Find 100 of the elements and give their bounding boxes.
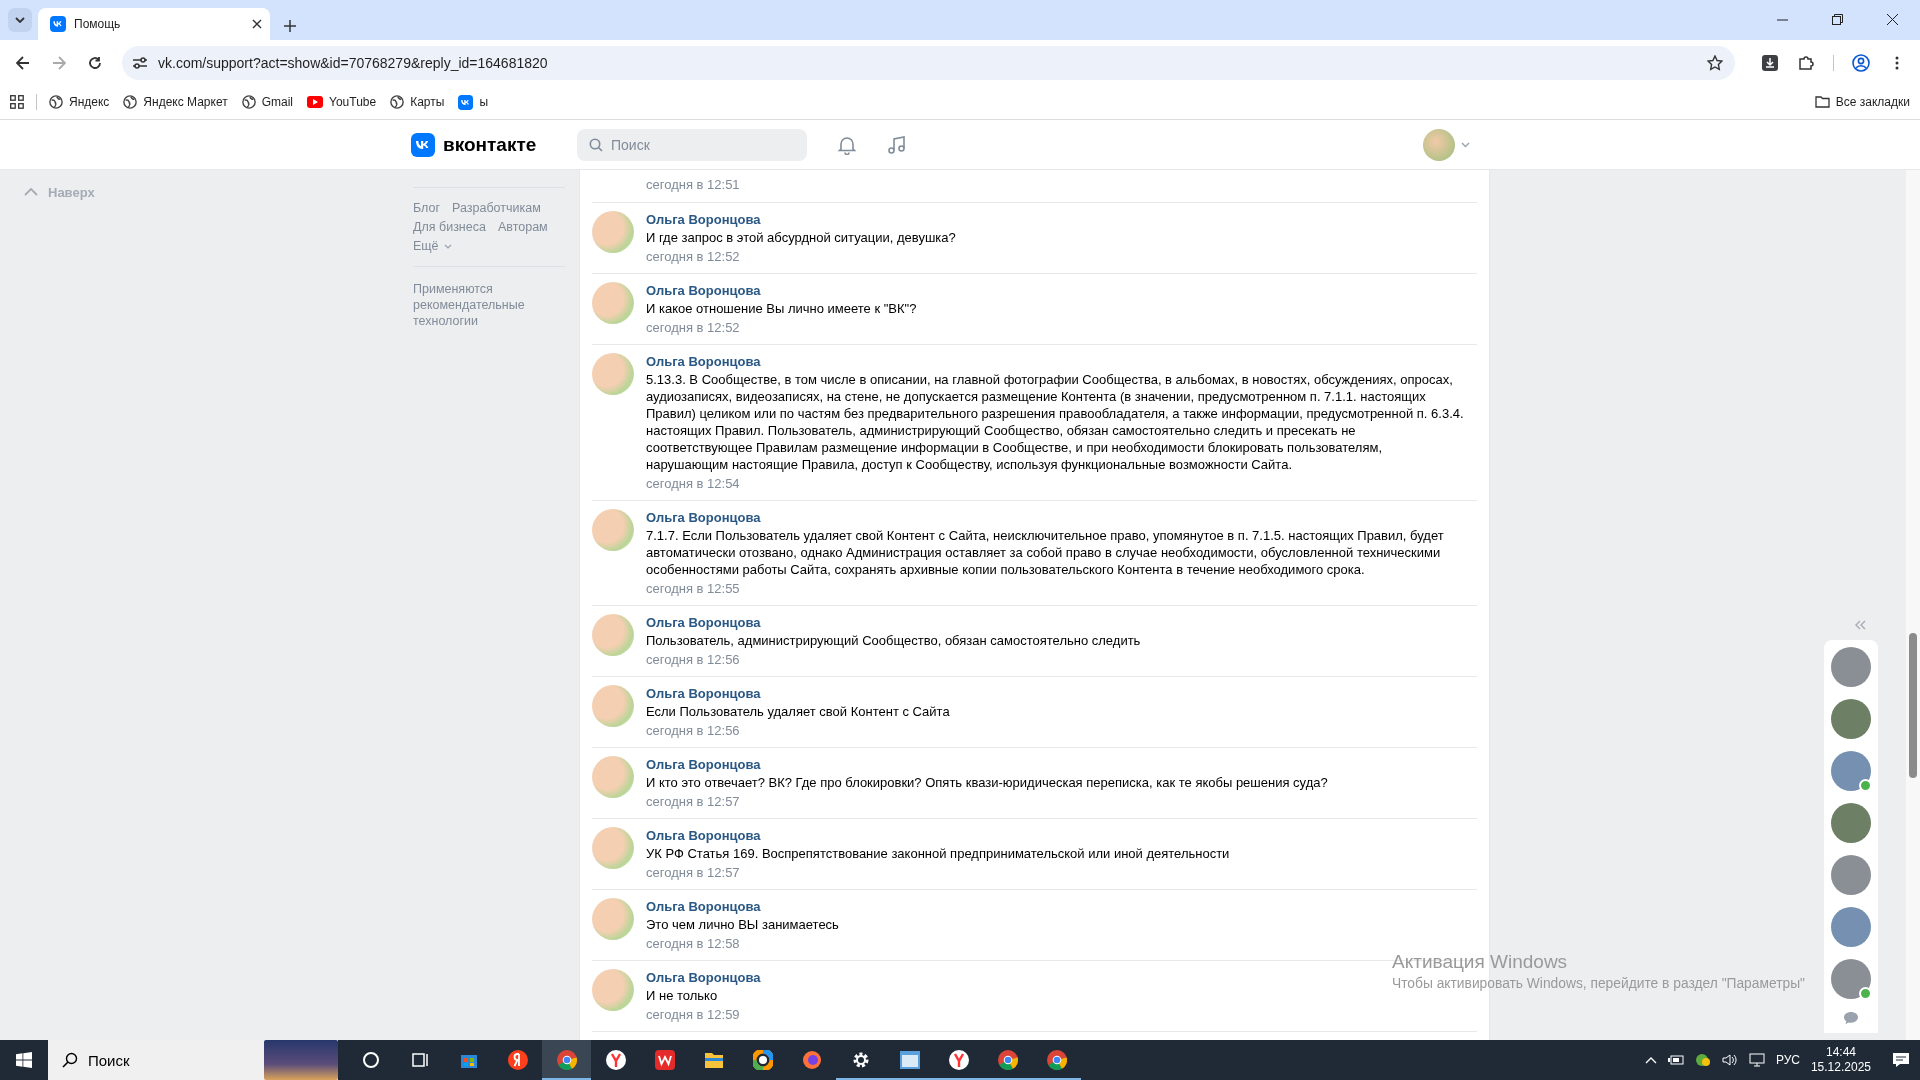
chrome-icon — [996, 1049, 1019, 1071]
wps-icon — [654, 1050, 675, 1070]
friend-avatar[interactable] — [1831, 907, 1871, 947]
vk-logo[interactable]: вконтакте — [411, 132, 577, 157]
search-icon — [589, 137, 603, 152]
vk-logo-icon — [411, 132, 435, 157]
globe-icon — [390, 95, 405, 109]
message-time: сегодня в 12:54 — [646, 475, 740, 493]
globe-icon — [241, 95, 256, 109]
reload-icon[interactable] — [88, 55, 102, 70]
new-tab-icon[interactable] — [284, 20, 296, 32]
avatar-circle — [592, 898, 634, 940]
message-text: УК РФ Статья 169. Воспрепятствование законной предпринимательской или иной деятельности — [646, 845, 1231, 862]
author-link[interactable]: Ольга Воронцова — [646, 756, 761, 774]
avatar-circle — [592, 827, 634, 869]
chevron-up-icon[interactable] — [1644, 1056, 1657, 1064]
restore-icon[interactable] — [1832, 14, 1843, 25]
window-app-icon — [899, 1051, 920, 1069]
bookmark-link[interactable]: YouTube — [307, 95, 377, 109]
bookmark-link[interactable]: Яндекс — [49, 95, 110, 109]
y-browser-icon — [604, 1049, 627, 1071]
avatar-circle — [592, 282, 634, 324]
puzzle-icon[interactable] — [1798, 54, 1814, 71]
friend-avatar[interactable] — [1831, 803, 1871, 843]
friend-avatar[interactable] — [1831, 647, 1871, 687]
vk-favicon-icon — [50, 16, 66, 32]
close-icon[interactable] — [1887, 14, 1898, 25]
message-time: сегодня в 12:52 — [646, 319, 740, 337]
friend-avatar[interactable] — [1831, 959, 1871, 999]
message-text: Это чем лично ВЫ занимаетесь — [646, 916, 840, 933]
avatar-circle — [592, 614, 634, 656]
all-bookmarks-link[interactable]: Все закладки — [1814, 95, 1910, 109]
author-link[interactable]: Ольга Воронцова — [646, 282, 761, 300]
bookmark-link[interactable]: Яндекс Маркет — [123, 95, 228, 109]
author-link[interactable]: Ольга Воронцова — [646, 898, 761, 916]
avatar-circle — [592, 685, 634, 727]
author-link[interactable]: Ольга Воронцова — [646, 827, 761, 845]
message-text: 5.13.3. В Сообществе, в том числе в описании, на главной фотографии Сообщества, в альбомах, в новостях, обсуждениях, опросах, аудиозаписях, видеозаписях, на стене, не допускается размещение Контента (в значении, предусмотренном п. 7.1.1. настоящих Правил) целиком или по частям без предварительного разрешения правообладателя, а также информации, предусмотренной п. 6.3.4. настоящих Правил. Пользователь, администрирующий Сообщество, обязан самостоятельно следить и пресекать не соответствующее Правилам размещение информации в Сообществе, и при необходимости блокировать пользователям, нарушающим настоящие Правила, доступ к Сообществу, используя функциональные возможности Сайта. — [646, 371, 1465, 473]
bookmark-link[interactable]: Gmail — [241, 95, 294, 109]
message-time: сегодня в 12:58 — [646, 935, 740, 953]
message-text: И где запрос в этой абсурдной ситуации, девушка? — [646, 229, 957, 246]
message-time: сегодня в 12:59 — [646, 1006, 740, 1024]
globe-icon — [123, 95, 138, 109]
recommendation-note: Применяются рекомендательные технологии — [412, 281, 526, 330]
apps-grid-icon[interactable] — [10, 95, 24, 109]
yandex-icon — [507, 1050, 528, 1070]
message-time: сегодня в 12:57 — [646, 864, 740, 882]
avatar-circle — [592, 756, 634, 798]
avatar-circle — [592, 211, 634, 253]
taskbar-clock[interactable]: 14:44 15.12.2025 — [1810, 1045, 1871, 1075]
online-dot — [1859, 987, 1872, 1000]
taskbar-search-field[interactable]: Поиск — [48, 1040, 338, 1080]
bookmark-link[interactable]: Карты — [390, 95, 445, 109]
message-text: Пользователь, администрирующий Сообщество, обязан самостоятельно следить — [646, 632, 1142, 649]
message-text: И какое отношение Вы лично имеете к "ВК"? — [646, 300, 918, 317]
friend-avatar[interactable] — [1831, 699, 1871, 739]
activation-watermark-text: Чтобы активировать Windows, перейдите в раздел "Параметры" — [1392, 975, 1805, 993]
author-link[interactable]: Ольга Воронцова — [646, 211, 761, 229]
globe-icon — [49, 95, 63, 109]
menu-icon[interactable] — [1895, 55, 1899, 70]
star-icon[interactable] — [1707, 54, 1723, 71]
author-link[interactable]: Ольга Воронцова — [646, 509, 761, 527]
author-link[interactable]: Ольга Воронцова — [646, 969, 761, 987]
vk-logo-icon — [458, 94, 474, 110]
chevron-up-icon — [24, 188, 38, 196]
chrome-icon — [1045, 1049, 1068, 1071]
bookmark-link[interactable]: ы — [458, 94, 488, 110]
windows-logo-icon — [16, 1052, 32, 1068]
message-time: сегодня в 12:57 — [646, 793, 740, 811]
tab-search-button[interactable] — [8, 8, 32, 32]
bell-icon[interactable] — [837, 134, 857, 155]
friend-avatar[interactable] — [1831, 751, 1871, 791]
close-icon[interactable] — [252, 19, 262, 29]
avatar-circle — [1423, 128, 1455, 161]
activation-watermark-title: Активация Windows — [1392, 950, 1568, 974]
download-extension-icon[interactable] — [1762, 54, 1778, 71]
friend-avatar[interactable] — [1831, 855, 1871, 895]
message-time: сегодня в 12:55 — [646, 580, 740, 598]
back-arrow-icon[interactable] — [16, 55, 30, 70]
browser-tab[interactable]: Помощь — [38, 8, 270, 40]
author-link[interactable]: Ольга Воронцова — [646, 614, 761, 632]
chat-bubble-icon[interactable] — [1843, 1011, 1859, 1025]
author-link[interactable]: Ольга Воронцова — [646, 685, 761, 703]
firefox-icon — [801, 1050, 822, 1070]
profile-icon[interactable] — [1852, 53, 1870, 72]
author-link[interactable]: Ольга Воронцова — [646, 353, 761, 371]
language-indicator[interactable]: РУС — [1775, 1053, 1800, 1067]
address-bar[interactable]: vk.com/support?act=show&id=70768279&reply_id=164681820 — [122, 45, 1735, 80]
battery-icon[interactable] — [1667, 1054, 1684, 1066]
avatar-circle — [592, 353, 634, 395]
youtube-icon — [307, 96, 324, 108]
message-text: И кто это отвечает? ВК? Где про блокировки? Опять квази-юридическая переписка, как те якобы решения суда? — [646, 774, 1329, 791]
site-settings-icon[interactable] — [132, 55, 148, 70]
network-monitor-icon[interactable] — [1748, 1053, 1765, 1067]
scrollbar[interactable] — [1906, 170, 1920, 1040]
notification-icon[interactable] — [1892, 1052, 1910, 1068]
speaker-icon[interactable] — [1721, 1053, 1738, 1067]
music-note-icon[interactable] — [887, 134, 907, 155]
folder-icon — [703, 1051, 724, 1069]
avatar-circle — [592, 969, 634, 1011]
